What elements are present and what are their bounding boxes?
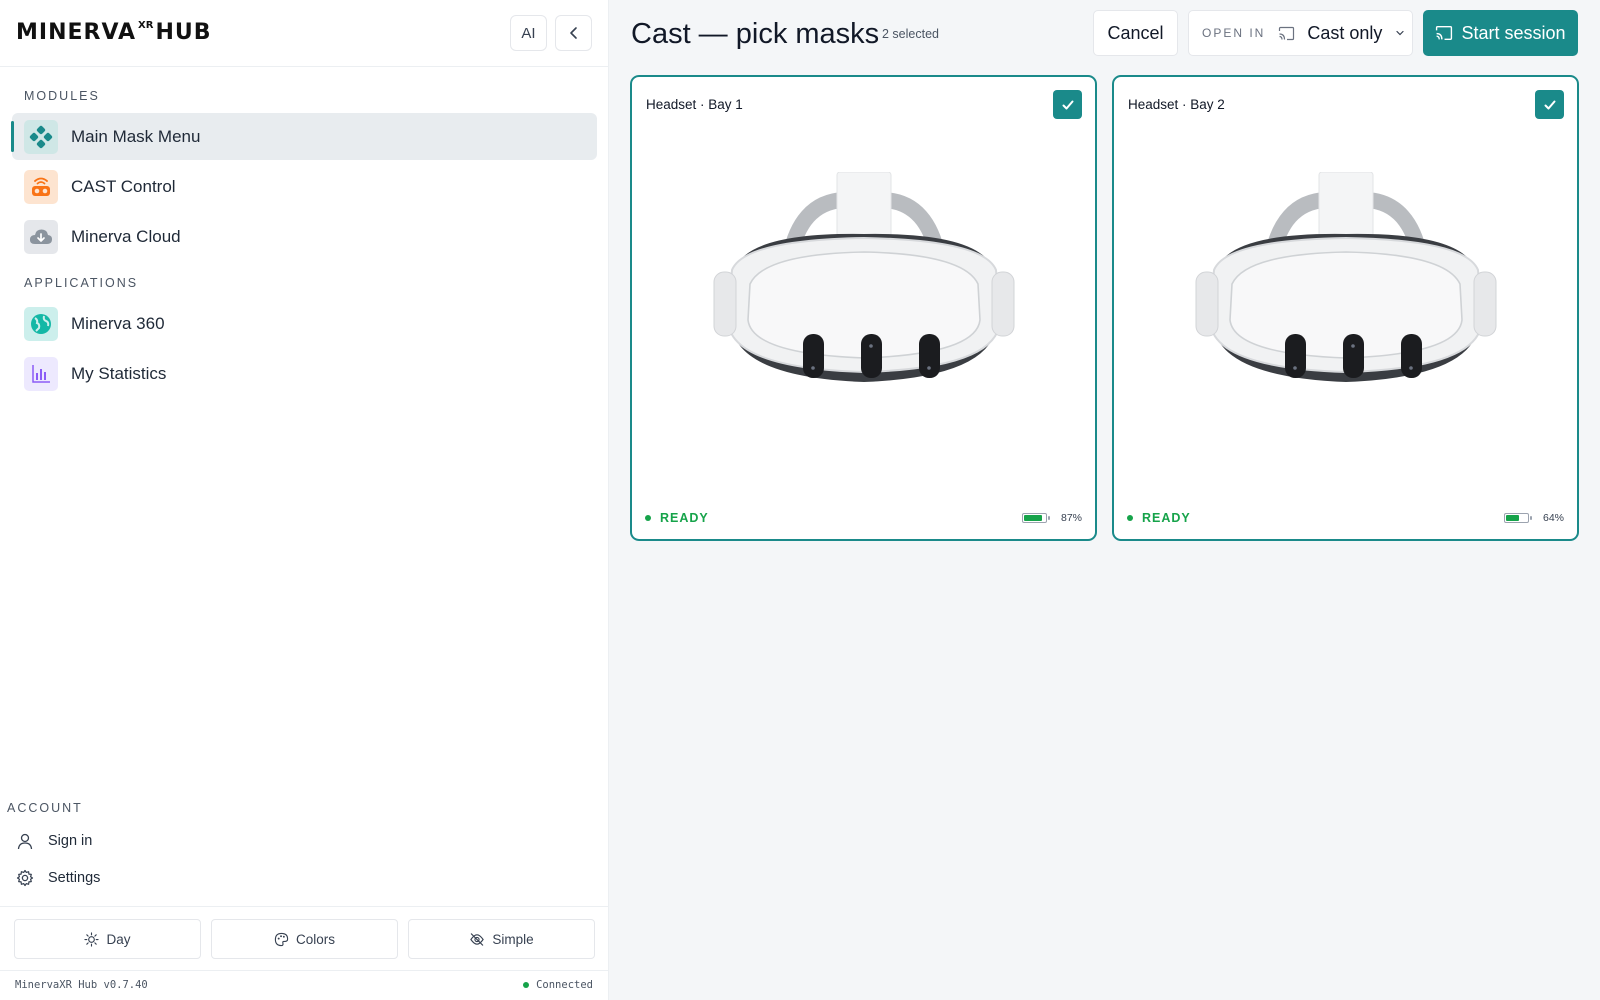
headset-card[interactable]: Headset · Bay 2 READY 64% [1112, 75, 1579, 541]
headset-card[interactable]: Headset · Bay 1 READY 87% [630, 75, 1097, 541]
applications-section-label: APPLICATIONS [24, 276, 139, 290]
battery-icon [1503, 513, 1532, 523]
eye-off-icon [470, 932, 485, 946]
sidebar-item-label: Minerva Cloud [71, 226, 181, 246]
collapse-sidebar-button[interactable] [555, 15, 592, 51]
battery-icon [1021, 513, 1050, 523]
chevron-down-icon [1396, 30, 1404, 36]
headset-status: READY [1127, 511, 1191, 525]
open-in-value: Cast only [1307, 22, 1383, 43]
account-section-label: ACCOUNT [7, 801, 83, 815]
gear-icon [16, 869, 34, 887]
status-bar: MinervaXR Hub v0.7.40 Connected [0, 970, 609, 1000]
start-session-label: Start session [1461, 22, 1566, 43]
version-text: MinervaXR Hub v0.7.40 [15, 979, 148, 991]
headset-image [1195, 172, 1496, 382]
selected-count: 2 selected [882, 27, 939, 41]
brand-header: MINERVA XR HUB AI [0, 0, 609, 67]
open-in-select[interactable]: OPEN IN Cast only [1188, 10, 1413, 56]
day-mode-label: Day [106, 931, 131, 947]
brand-logo: MINERVA XR HUB [16, 20, 212, 45]
cast-icon [1279, 26, 1295, 40]
ai-button-label: AI [521, 24, 536, 42]
colors-mode-button[interactable]: Colors [211, 919, 398, 959]
sidebar-item-my-statistics[interactable]: My Statistics [12, 350, 597, 397]
headset-image [713, 172, 1014, 382]
cast-control-icon [24, 169, 58, 204]
headset-select-checkbox[interactable] [1535, 90, 1564, 119]
headset-status-label: READY [660, 511, 709, 525]
headset-card-title: Headset · Bay 1 [646, 97, 743, 112]
headset-select-checkbox[interactable] [1053, 90, 1082, 119]
start-session-button[interactable]: Start session [1423, 10, 1578, 56]
chevron-left-icon [569, 27, 577, 39]
headset-status-label: READY [1142, 511, 1191, 525]
sun-icon [84, 931, 100, 947]
user-icon [17, 833, 33, 850]
sign-in-label: Sign in [48, 833, 93, 849]
sidebar-item-minerva-cloud[interactable]: Minerva Cloud [12, 213, 597, 260]
sidebar-item-cast-control[interactable]: CAST Control [12, 163, 597, 210]
sidebar-item-label: CAST Control [71, 176, 176, 196]
main-mask-icon [24, 119, 58, 154]
battery-fill [1023, 515, 1043, 521]
day-mode-button[interactable]: Day [14, 919, 201, 959]
page-title: Cast — pick masks [631, 18, 880, 50]
brand-name: MINERVA [16, 20, 137, 45]
settings-label: Settings [48, 870, 101, 886]
cancel-label: Cancel [1107, 22, 1164, 43]
open-in-label: OPEN IN [1202, 26, 1266, 40]
theme-mode-bar: Day Colors Simple [0, 906, 609, 970]
headset-status: READY [645, 511, 709, 525]
status-dot [645, 515, 651, 521]
battery-percent: 64% [1542, 512, 1564, 524]
battery-percent: 87% [1060, 512, 1082, 524]
globe-icon [24, 306, 58, 341]
battery-indicator: 87% [1021, 512, 1082, 524]
connection-dot [523, 982, 530, 988]
cancel-button[interactable]: Cancel [1093, 10, 1178, 56]
check-icon [1062, 100, 1073, 109]
sidebar-item-label: Main Mask Menu [71, 126, 201, 146]
simple-mode-label: Simple [492, 931, 534, 947]
sign-in-link[interactable]: Sign in [16, 832, 92, 850]
connection-label: Connected [536, 979, 593, 991]
sidebar-item-label: My Statistics [71, 363, 167, 383]
ai-button[interactable]: AI [510, 15, 547, 51]
connection-status: Connected [523, 979, 593, 991]
sidebar: MINERVA XR HUB AI MODULES Main Mask Menu [0, 0, 609, 1000]
status-dot [1127, 515, 1133, 521]
bar-chart-icon [24, 356, 58, 391]
settings-link[interactable]: Settings [16, 869, 100, 887]
battery-fill [1505, 515, 1520, 521]
sidebar-item-label: Minerva 360 [71, 313, 165, 333]
colors-mode-label: Colors [295, 931, 335, 947]
battery-indicator: 64% [1503, 512, 1564, 524]
check-icon [1544, 100, 1555, 109]
sidebar-item-minerva-360[interactable]: Minerva 360 [12, 300, 597, 347]
palette-icon [274, 932, 289, 946]
cloud-icon [24, 219, 58, 254]
simple-mode-button[interactable]: Simple [408, 919, 595, 959]
sidebar-item-main-mask-menu[interactable]: Main Mask Menu [11, 113, 597, 160]
brand-sup: XR [138, 20, 154, 31]
cast-icon [1436, 25, 1453, 41]
headset-card-title: Headset · Bay 2 [1128, 97, 1225, 112]
modules-section-label: MODULES [24, 89, 100, 103]
brand-suffix: HUB [155, 20, 212, 45]
